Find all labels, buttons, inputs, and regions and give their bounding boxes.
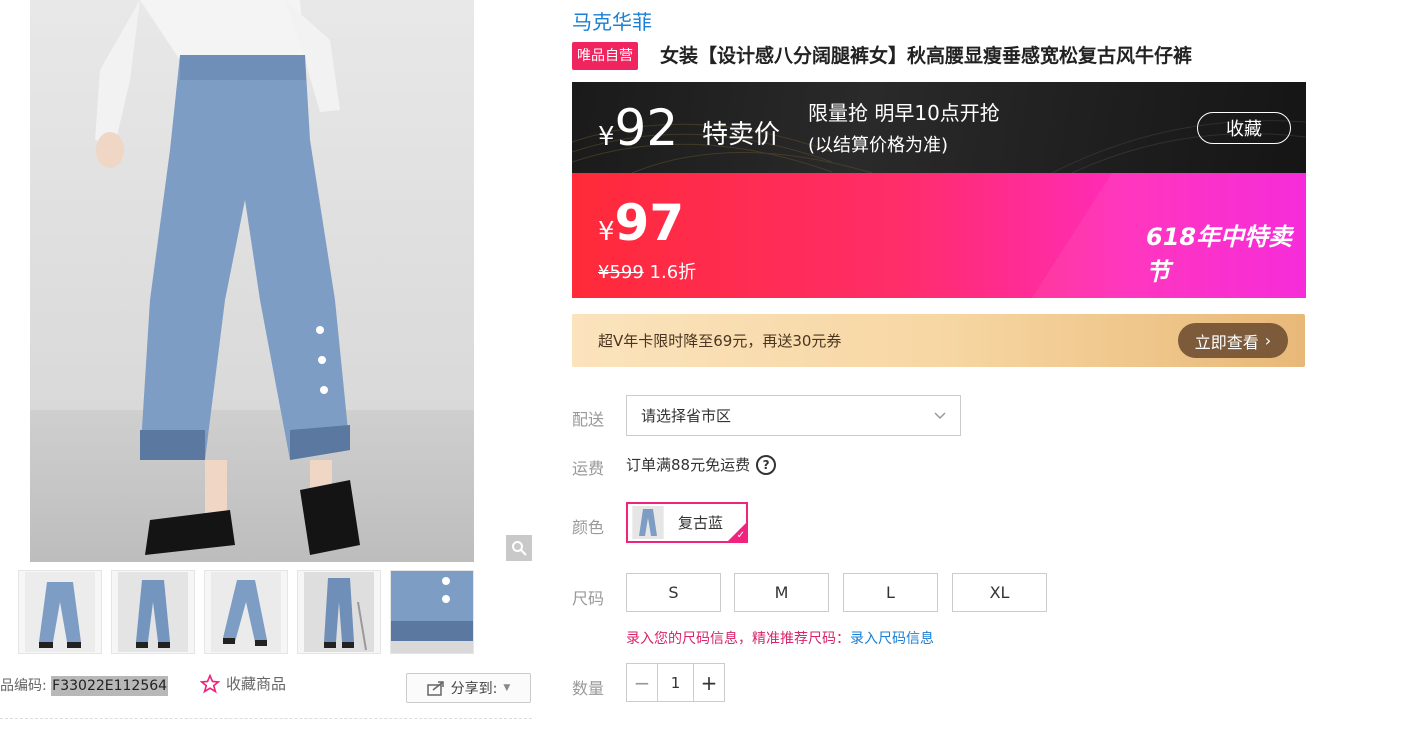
- star-icon: [200, 673, 220, 693]
- item-code-label: 品编码:: [0, 678, 47, 694]
- current-price-banner: ¥97 ¥599 1.6折 618年中特卖节: [572, 173, 1306, 298]
- size-label: 尺码: [572, 589, 605, 608]
- zoom-icon[interactable]: [506, 535, 532, 561]
- vip-card-banner: 超V年卡限时降至69元，再送30元券 立即查看 ›: [572, 314, 1305, 367]
- quantity-label: 数量: [572, 679, 605, 698]
- freight-text: 订单满88元免运费: [626, 456, 751, 474]
- self-operated-badge: 唯品自营: [572, 42, 638, 70]
- color-thumbnail: [632, 506, 664, 539]
- vip-text: 超V年卡限时降至69元，再送30元券: [598, 332, 842, 350]
- special-price: ¥92: [598, 99, 679, 157]
- item-code-value: F33022E112564: [51, 676, 169, 696]
- collect-button[interactable]: 收藏: [1197, 112, 1291, 144]
- delivery-region-select[interactable]: 请选择省市区: [626, 395, 961, 436]
- check-icon: ✓: [736, 530, 745, 541]
- size-option-s[interactable]: S: [626, 573, 721, 612]
- size-option-l[interactable]: L: [843, 573, 938, 612]
- special-price-banner: ¥92 特卖价 限量抢 明早10点开抢 (以结算价格为准) 收藏: [572, 82, 1306, 173]
- event-title: 618年中特卖节: [1146, 223, 1293, 286]
- view-now-button[interactable]: 立即查看 ›: [1178, 323, 1288, 358]
- chevron-right-icon: ›: [1264, 331, 1272, 350]
- item-code: 品编码: F33022E112564: [0, 675, 169, 696]
- size-hint: 录入您的尺码信息，精准推荐尺码：录入尺码信息: [626, 631, 934, 647]
- caret-down-icon: ▼: [503, 683, 511, 693]
- current-price: ¥97: [598, 194, 685, 252]
- delivery-placeholder: 请选择省市区: [641, 407, 732, 425]
- divider: [0, 718, 532, 719]
- quantity-input[interactable]: 1: [657, 664, 694, 701]
- quantity-stepper: − 1 +: [626, 663, 725, 702]
- color-name: 复古蓝: [678, 514, 724, 532]
- thumbnail-1[interactable]: [18, 570, 102, 654]
- size-option-xl[interactable]: XL: [952, 573, 1047, 612]
- quantity-decrease-button[interactable]: −: [627, 664, 657, 701]
- share-icon: [426, 681, 444, 696]
- special-price-label: 特卖价: [702, 120, 781, 150]
- favorite-label: 收藏商品: [226, 675, 287, 693]
- favorite-product-link[interactable]: 收藏商品: [200, 673, 286, 694]
- chevron-down-icon: [934, 411, 946, 419]
- original-price: ¥599 1.6折: [598, 262, 697, 283]
- brand-link[interactable]: 马克华菲: [572, 6, 652, 35]
- freight-info: 订单满88元免运费 ?: [626, 454, 777, 475]
- thumbnail-5[interactable]: [390, 570, 474, 654]
- thumbnail-strip: [18, 570, 474, 654]
- thumbnail-3[interactable]: [204, 570, 288, 654]
- color-label: 颜色: [572, 518, 605, 537]
- thumbnail-2[interactable]: [111, 570, 195, 654]
- limited-sale-text: 限量抢 明早10点开抢: [808, 101, 1000, 125]
- price-note: (以结算价格为准): [808, 135, 949, 156]
- enter-size-link[interactable]: 录入尺码信息: [850, 631, 934, 647]
- freight-label: 运费: [572, 459, 605, 478]
- thumbnail-4[interactable]: [297, 570, 381, 654]
- size-option-m[interactable]: M: [734, 573, 829, 612]
- share-dropdown[interactable]: 分享到: ▼: [406, 673, 531, 703]
- product-title: 女装【设计感八分阔腿裤女】秋高腰显瘦垂感宽松复古风牛仔裤: [660, 45, 1193, 67]
- share-label: 分享到:: [450, 681, 498, 697]
- color-option-selected[interactable]: 复古蓝 ✓: [626, 502, 748, 543]
- help-icon[interactable]: ?: [756, 454, 777, 475]
- quantity-increase-button[interactable]: +: [694, 664, 724, 701]
- delivery-label: 配送: [572, 410, 605, 429]
- product-main-image[interactable]: [30, 0, 474, 562]
